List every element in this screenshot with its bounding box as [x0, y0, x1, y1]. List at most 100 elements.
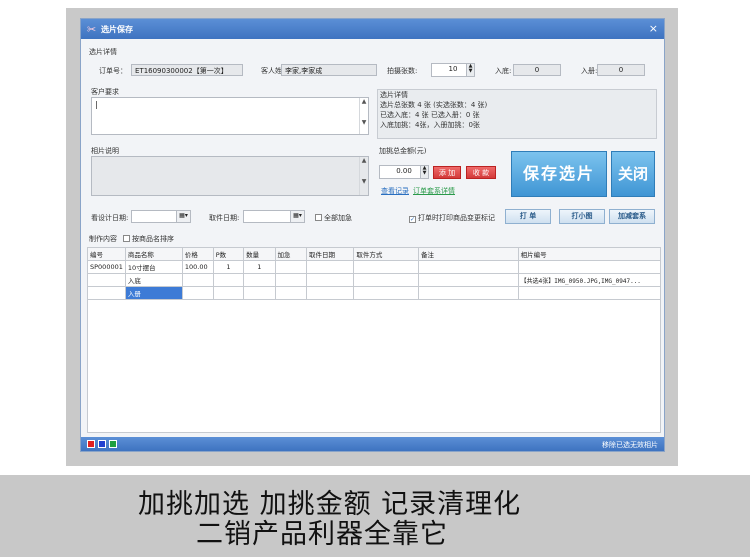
extra-amount-label: 加挑总金额(元) — [379, 147, 427, 155]
col-header-quantity[interactable]: 数量 — [243, 247, 276, 261]
title-bar: ✂ 选片保存 × — [81, 19, 664, 39]
col-header-pages[interactable]: P数 — [212, 247, 245, 261]
cell-code[interactable] — [87, 286, 126, 300]
table-row[interactable]: SP000001 10寸摆台 100.00 1 1 — [87, 260, 662, 274]
selection-detail-label: 选片详情 — [380, 91, 408, 99]
cell-urgent[interactable] — [274, 260, 307, 274]
cell-pickup-date[interactable] — [305, 286, 355, 300]
print-thumbnail-button[interactable]: 打小图 — [559, 209, 605, 224]
selection-total-text: 选片总张数 4 张 (实选张数：4 张) — [380, 101, 488, 109]
green-swatch[interactable] — [109, 440, 117, 448]
col-header-product[interactable]: 商品名称 — [124, 247, 183, 261]
cell-quantity[interactable] — [243, 273, 276, 287]
order-number-field[interactable]: ET16090300002【第一次】 — [131, 64, 243, 76]
design-date-label: 看设计日期: — [91, 214, 129, 222]
cell-urgent[interactable] — [274, 273, 307, 287]
cell-quantity[interactable]: 1 — [243, 260, 276, 274]
print-mark-checkbox[interactable]: ✓ 打单时打印商品变更标记 — [409, 213, 495, 223]
cell-pickup-method[interactable] — [353, 286, 419, 300]
table-row[interactable]: 入底 【共选4张】IMG_0950.JPG,IMG_0947... — [87, 273, 662, 287]
adjust-package-button[interactable]: 加减套系 — [609, 209, 655, 224]
add-button[interactable]: 添 加 — [433, 166, 461, 179]
extra-amount-value: 0.00 — [396, 167, 412, 175]
remove-invalid-photos-link[interactable]: 移除已选无效相片 — [602, 440, 658, 450]
cell-pickup-date[interactable] — [305, 260, 355, 274]
requirements-label: 客户要求 — [91, 88, 119, 96]
cell-product[interactable]: 10寸摆台 — [124, 260, 183, 274]
col-header-code[interactable]: 编号 — [87, 247, 126, 261]
requirements-scrollbar[interactable]: ▲ ▼ — [359, 98, 368, 134]
cell-photo-ids[interactable] — [517, 286, 662, 300]
table-header-row: 编号 商品名称 价格 P数 数量 加急 取件日期 取件方式 备注 相片编号 — [87, 247, 662, 261]
save-selection-button[interactable]: 保存选片 — [511, 151, 607, 197]
cell-pickup-method[interactable] — [353, 273, 419, 287]
cell-pickup-date[interactable] — [305, 273, 355, 287]
sort-by-name-text: 按商品名排序 — [132, 235, 174, 243]
selection-extra-text: 入底加挑：4张，入册加挑：0张 — [380, 121, 480, 129]
cell-code[interactable]: SP000001 — [87, 260, 126, 274]
customer-name-field[interactable]: 李家,李家成 — [281, 64, 377, 76]
cell-pages[interactable] — [212, 286, 245, 300]
into-album-field[interactable]: 0 — [597, 64, 645, 76]
cell-notes[interactable] — [417, 260, 519, 274]
red-swatch[interactable] — [87, 440, 95, 448]
print-order-button[interactable]: 打 单 — [505, 209, 551, 224]
cell-notes[interactable] — [417, 286, 519, 300]
cell-photo-ids[interactable] — [517, 260, 662, 274]
shots-count-stepper[interactable]: 10 ▲ ▼ — [431, 63, 475, 77]
cell-product[interactable]: 入底 — [124, 273, 183, 287]
calendar-dropdown-icon[interactable]: ▦▾ — [176, 211, 190, 222]
detail-section-label: 选片详情 — [89, 48, 117, 56]
checkbox-icon[interactable] — [315, 214, 322, 221]
table-row[interactable]: 入册 — [87, 286, 662, 300]
calendar-dropdown-icon-2[interactable]: ▦▾ — [290, 211, 304, 222]
status-bar: 移除已选无效相片 — [81, 437, 664, 451]
into-album-label: 入册: — [581, 67, 598, 75]
requirements-textarea[interactable]: | ▲ ▼ — [91, 97, 369, 135]
cell-price[interactable]: 100.00 — [181, 260, 214, 274]
pickup-date-picker[interactable]: ▦▾ — [243, 210, 305, 223]
cell-urgent[interactable] — [274, 286, 307, 300]
close-icon[interactable]: × — [649, 22, 658, 35]
cell-code[interactable] — [87, 273, 126, 287]
cell-price[interactable] — [181, 273, 214, 287]
checked-checkbox-icon[interactable]: ✓ — [409, 216, 416, 223]
text-cursor: | — [95, 100, 98, 109]
sort-checkbox-icon[interactable] — [123, 235, 130, 242]
cell-notes[interactable] — [417, 273, 519, 287]
production-label: 制作内容 — [89, 235, 117, 243]
photo-notes-label: 相片说明 — [91, 147, 119, 155]
col-header-price[interactable]: 价格 — [181, 247, 214, 261]
cell-pages[interactable] — [212, 273, 245, 287]
stepper-arrows-icon[interactable]: ▲ ▼ — [466, 64, 474, 76]
design-date-picker[interactable]: ▦▾ — [131, 210, 191, 223]
shots-count-value: 10 — [448, 65, 458, 73]
extra-amount-field[interactable]: 0.00 ▲ ▼ — [379, 165, 429, 179]
cell-quantity[interactable] — [243, 286, 276, 300]
view-records-link[interactable]: 查看记录 — [381, 186, 409, 196]
cell-pickup-method[interactable] — [353, 260, 419, 274]
amount-stepper-icon[interactable]: ▲ ▼ — [420, 166, 428, 178]
close-button[interactable]: 关闭 — [611, 151, 655, 197]
charge-button[interactable]: 收 款 — [466, 166, 496, 179]
cell-price[interactable] — [181, 286, 214, 300]
photo-notes-scrollbar[interactable]: ▲ ▼ — [359, 157, 368, 195]
cell-pages[interactable]: 1 — [212, 260, 245, 274]
col-header-pickup-date[interactable]: 取件日期 — [305, 247, 355, 261]
col-header-photo-ids[interactable]: 相片编号 — [517, 247, 662, 261]
caption-line-2: 二销产品利器全靠它 — [196, 519, 448, 550]
all-urgent-checkbox[interactable]: 全部加急 — [315, 213, 352, 223]
blue-swatch[interactable] — [98, 440, 106, 448]
col-header-notes[interactable]: 备注 — [417, 247, 519, 261]
window-title: 选片保存 — [101, 25, 133, 34]
cell-product-selected[interactable]: 入册 — [124, 286, 183, 300]
cell-photo-ids[interactable]: 【共选4张】IMG_0950.JPG,IMG_0947... — [517, 273, 662, 287]
photo-notes-textarea[interactable]: ▲ ▼ — [91, 156, 369, 196]
shots-count-label: 拍摄张数: — [387, 67, 418, 75]
col-header-pickup-method[interactable]: 取件方式 — [353, 247, 419, 261]
sort-by-name-checkbox[interactable]: 按商品名排序 — [123, 234, 174, 244]
into-base-field[interactable]: 0 — [513, 64, 561, 76]
pickup-date-label: 取件日期: — [209, 214, 240, 222]
order-package-detail-link[interactable]: 订单套系详情 — [413, 186, 455, 196]
col-header-urgent[interactable]: 加急 — [274, 247, 307, 261]
